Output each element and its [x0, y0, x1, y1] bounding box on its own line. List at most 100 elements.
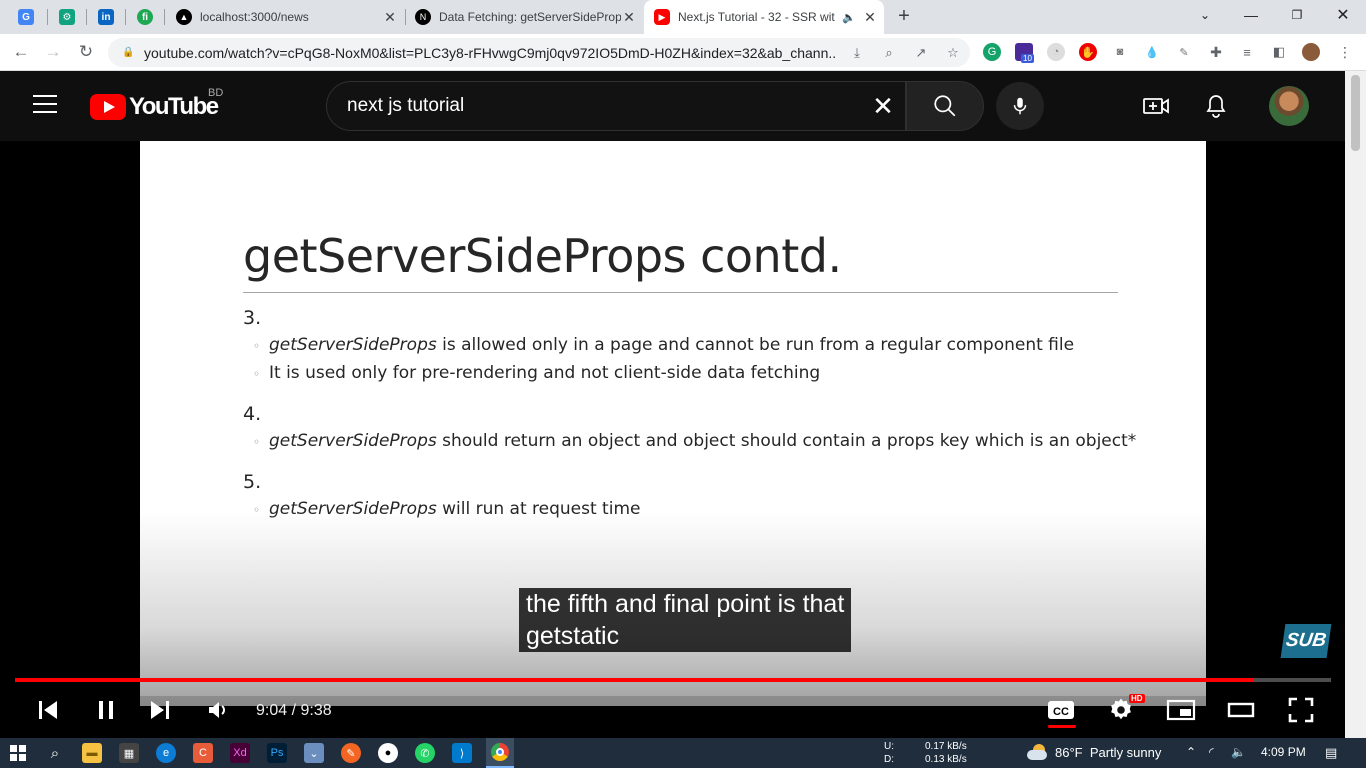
notifications-button[interactable] [1200, 91, 1232, 121]
mute-button[interactable] [204, 694, 232, 726]
page-scrollbar[interactable] [1345, 71, 1366, 738]
tab-separator [164, 9, 165, 25]
drop-extension-icon[interactable]: 💧 [1143, 43, 1161, 61]
pinned-tab-app[interactable]: fi [133, 6, 157, 28]
audio-playing-icon[interactable]: 🔈 [842, 11, 856, 24]
video-player[interactable]: getServerSideProps contd. 3. ◦ getServerS… [0, 141, 1345, 738]
install-app-icon[interactable]: ⤓ [846, 45, 868, 61]
bullet-text: is allowed only in a page and cannot be … [436, 335, 1075, 355]
create-video-icon [1143, 98, 1169, 114]
app-icon[interactable]: ● [378, 743, 398, 763]
close-tab-icon[interactable]: ✕ [621, 9, 637, 26]
adblock-extension-icon[interactable]: ✋ [1079, 43, 1097, 61]
reload-button[interactable]: ↻ [74, 40, 98, 64]
country-code: BD [208, 87, 224, 99]
wifi-icon[interactable]: ◜ [1209, 745, 1214, 759]
vscode-icon[interactable]: ⟩ [452, 743, 472, 763]
extension-badge: 10 [1021, 54, 1034, 63]
close-window-button[interactable]: ✕ [1320, 0, 1366, 30]
weather-widget[interactable]: 86°F Partly sunny [1027, 744, 1161, 760]
close-tab-icon[interactable]: ✕ [382, 9, 398, 26]
slide-bullet: ◦ It is used only for pre-rendering and n… [253, 363, 821, 383]
pinned-tab-translate[interactable]: G [14, 6, 38, 28]
app-icon[interactable]: C [193, 743, 213, 763]
camera-extension-icon[interactable]: ◙ [1111, 43, 1129, 61]
tab-separator [125, 9, 126, 25]
search-input[interactable]: next js tutorial ✕ [326, 81, 906, 131]
bell-icon [1206, 95, 1226, 118]
next-button[interactable] [146, 694, 174, 726]
tab-localhost-news[interactable]: ▲ localhost:3000/news ✕ [166, 0, 404, 34]
media-control-icon[interactable]: ≡ [1238, 43, 1256, 61]
show-hidden-icons-icon[interactable]: ⌃ [1186, 745, 1196, 759]
new-tab-button[interactable]: + [894, 6, 914, 28]
fullscreen-button[interactable] [1285, 694, 1317, 726]
menu-hamburger-icon[interactable] [33, 95, 57, 115]
chrome-menu-icon[interactable]: ⋮ [1336, 43, 1354, 61]
zoom-icon[interactable]: ⌕ [878, 45, 900, 61]
calculator-icon[interactable]: ▦ [119, 743, 139, 763]
speaker-icon[interactable]: 🔈 [1231, 745, 1246, 759]
time-display: 9:04 / 9:38 [256, 702, 332, 719]
close-tab-icon[interactable]: ✕ [862, 9, 878, 26]
grammarly-extension-icon[interactable]: G [983, 43, 1001, 61]
back-button[interactable]: ← [9, 40, 33, 64]
theater-mode-button[interactable] [1225, 694, 1257, 726]
windows-start-icon[interactable] [8, 743, 28, 763]
search-icon [934, 95, 956, 117]
miniplayer-icon [1166, 699, 1196, 721]
tab-nextjs-tutorial[interactable]: ▶ Next.js Tutorial - 32 - SSR wit 🔈 ✕ [644, 0, 884, 34]
miniplayer-button[interactable] [1165, 694, 1197, 726]
subscribe-watermark[interactable]: SUB [1280, 624, 1332, 658]
forward-button[interactable]: → [41, 40, 65, 64]
point-number: 4. [243, 403, 262, 425]
address-bar[interactable]: 🔒 youtube.com/watch?v=cPqG8-NoxM0&list=P… [108, 38, 970, 67]
share-icon[interactable]: ↗ [910, 45, 932, 61]
whatsapp-icon[interactable]: ✆ [415, 743, 435, 763]
clear-search-icon[interactable]: ✕ [861, 91, 905, 122]
postman-icon[interactable]: ✎ [341, 743, 361, 763]
user-avatar[interactable] [1269, 86, 1309, 126]
tab-title: localhost:3000/news [200, 10, 309, 24]
download-label: D: [884, 754, 894, 765]
search-button[interactable] [906, 81, 984, 131]
profile-avatar[interactable] [1302, 43, 1320, 61]
point-number: 3. [243, 307, 262, 329]
color-picker-extension-icon[interactable]: ✎ [1175, 43, 1193, 61]
clock[interactable]: 4:09 PM [1261, 745, 1306, 759]
notification-center-icon[interactable]: ▤ [1325, 745, 1337, 761]
extensions-puzzle-icon[interactable]: ✚ [1207, 43, 1225, 61]
bookmark-star-icon[interactable]: ☆ [942, 45, 964, 61]
voice-search-button[interactable] [996, 82, 1044, 130]
youtube-logo[interactable]: YouTube [90, 93, 219, 121]
chrome-taskbar-icon[interactable] [486, 738, 514, 768]
restore-button[interactable]: ❐ [1274, 0, 1320, 30]
pause-button[interactable] [92, 694, 120, 726]
progress-bar[interactable] [15, 678, 1331, 682]
edge-icon[interactable]: e [156, 743, 176, 763]
search-icon[interactable]: ⌕ [45, 743, 65, 763]
tab-data-fetching[interactable]: N Data Fetching: getServerSideProp ✕ [405, 0, 643, 34]
app-icon[interactable]: ⌄ [304, 743, 324, 763]
extension-icon[interactable]: ◔ [1047, 43, 1065, 61]
tab-separator [47, 9, 48, 25]
pinned-tab-linkedin[interactable]: in [94, 6, 118, 28]
youtube-icon: ▶ [654, 9, 670, 25]
adobe-xd-icon[interactable]: Xd [230, 743, 250, 763]
photoshop-icon[interactable]: Ps [267, 743, 287, 763]
previous-button[interactable] [34, 694, 62, 726]
bullet-emphasis: getServerSideProps [269, 431, 437, 451]
minimize-button[interactable]: — [1228, 0, 1274, 30]
create-video-button[interactable] [1140, 91, 1172, 121]
chatgpt-icon: ⚙ [59, 9, 75, 25]
pinned-tab-chatgpt[interactable]: ⚙ [55, 6, 79, 28]
youtube-wordmark: YouTube [129, 93, 219, 120]
subtitles-button[interactable]: CC [1046, 694, 1076, 726]
partly-sunny-icon [1027, 744, 1049, 760]
tab-search-icon[interactable]: ⌄ [1182, 0, 1228, 30]
file-explorer-icon[interactable]: ▬ [82, 743, 102, 763]
scrollbar-thumb[interactable] [1351, 75, 1360, 151]
lock-icon[interactable]: 🔒 [122, 47, 134, 58]
url-text: youtube.com/watch?v=cPqG8-NoxM0&list=PLC… [144, 44, 836, 61]
side-panel-icon[interactable]: ◧ [1270, 43, 1288, 61]
